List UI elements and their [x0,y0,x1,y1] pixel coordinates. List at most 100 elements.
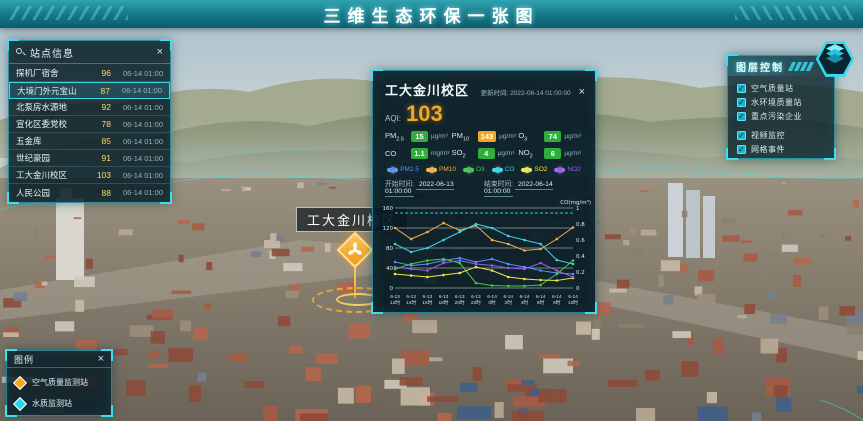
svg-text:6-1316时: 6-1316时 [422,294,432,306]
pollutant-readings: PM2.515μg/m³PM10143μg/m³O374μg/m³CO1.1mg… [373,127,595,161]
svg-text:6-146时: 6-146时 [536,294,546,306]
close-icon[interactable]: × [579,87,585,98]
pollutant-value-badge: 1.1 [411,148,428,159]
legend-label: O3 [476,166,485,173]
chart-legend: PM2.5 PM10 O3 CO SO2 NO2 [373,161,595,174]
station-name: 宣化区委党校 [16,118,89,130]
layer-label: 水环境质量站 [751,97,802,108]
legend-swatch-icon [387,168,398,172]
pollutant-name: CO [385,149,411,158]
trend-chart[interactable]: 0408012016000.20.40.60.81CO(mg/m³)6-1312… [373,196,595,319]
layer-label: 视频监控 [751,130,785,141]
station-aqi-value: 78 [89,119,111,129]
checkbox-checked-icon[interactable]: ✓ [737,112,746,121]
end-time-label: 结束时间: [484,181,513,188]
pollutant-value-badge: 6 [544,148,561,159]
map-legend-item: 水质监测站 [15,393,103,414]
station-name: 工大金川校区 [16,169,89,181]
station-row[interactable]: 北泵房水源地9206-14 01:00 [9,99,170,116]
station-row[interactable]: 五金库8506-14 01:00 [9,133,170,150]
legend-label: SO2 [534,166,547,173]
station-panel-header: 站点信息 × [9,41,170,64]
station-name: 世纪豪园 [16,152,89,164]
pollutant-unit: μg/m³ [564,150,581,157]
layer-checkbox-row[interactable]: ✓ 水环境质量站 [737,95,825,109]
legend-item[interactable]: PM2.5 [387,166,419,173]
legend-swatch-icon [554,168,565,172]
pollutant-value-badge: 74 [544,131,561,142]
map-legend-label: 水质监测站 [32,398,72,409]
pollutant-reading: NO26μg/m³ [518,148,585,160]
station-row[interactable]: 工大金川校区10306-14 01:00 [9,167,170,184]
station-row[interactable]: 探机厂宿舍9606-14 01:00 [9,65,170,82]
svg-text:0: 0 [390,286,394,292]
checkbox-checked-icon[interactable]: ✓ [737,131,746,140]
checkbox-checked-icon[interactable]: ✓ [737,98,746,107]
update-time: 更新时间: 2022-06-14 01:00:00 [469,87,571,97]
station-diamond-icon [13,396,27,410]
pollutant-value-badge: 4 [478,148,495,159]
station-update-time: 06-14 01:00 [111,69,163,78]
pollutant-reading: PM10143μg/m³ [452,131,519,143]
map-legend-item: 空气质量监测站 [15,372,103,393]
search-icon[interactable] [16,48,25,57]
layer-checkbox-row[interactable]: ✓空气质量站 [737,81,825,95]
layer-checkbox-row[interactable]: ✓网格事件 [737,142,825,156]
svg-text:0.2: 0.2 [576,270,585,276]
station-aqi-value: 96 [89,68,111,78]
svg-text:40: 40 [386,266,393,272]
pollutant-value-badge: 143 [478,131,497,142]
station-row[interactable]: 大境门外元宝山8706-14 01:00 [9,82,170,99]
legend-swatch-icon [521,168,532,172]
svg-text:6-140时: 6-140时 [487,294,497,306]
legend-item[interactable]: SO2 [521,166,547,173]
layer-checkbox-row[interactable]: ✓ 重点污染企业 [737,109,825,123]
legend-label: PM10 [439,166,456,173]
pollutant-name: NO2 [518,148,544,160]
svg-text:6-1410时: 6-1410时 [568,294,578,306]
station-row[interactable]: 世纪豪园9106-14 01:00 [9,150,170,167]
svg-text:0.8: 0.8 [576,222,585,228]
pollutant-name: O3 [518,131,544,143]
svg-text:6-148时: 6-148时 [552,294,562,306]
legend-item[interactable]: O3 [463,166,485,173]
close-icon[interactable]: × [98,354,104,365]
pollutant-unit: μg/m³ [431,133,448,140]
map-legend-panel: 图例 × 空气质量监测站水质监测站 [6,350,112,416]
layer-label: 重点污染企业 [751,111,802,122]
close-icon[interactable]: × [157,47,163,58]
air-station-marker-icon[interactable] [342,237,368,263]
layer-panel-title: 图层控制 [736,59,784,74]
station-aqi-value: 92 [89,102,111,112]
pollutant-name: PM10 [452,131,478,143]
legend-label: CO [505,166,515,173]
station-update-time: 06-14 01:00 [111,120,163,129]
station-row[interactable]: 人民公园8806-14 01:00 [9,184,170,201]
station-name: 北泵房水源地 [16,101,89,113]
station-aqi-value: 91 [89,153,111,163]
pollutant-unit: μg/m³ [564,133,581,140]
top-header-bar: 三维生态环保一张图 [0,0,863,28]
checkbox-checked-icon[interactable]: ✓ [737,145,746,154]
layers-toggle-button[interactable] [815,40,855,78]
legend-label: PM2.5 [400,166,419,173]
pollutant-name: SO2 [452,148,478,160]
pollutant-reading: O374μg/m³ [518,131,585,143]
legend-item[interactable]: NO2 [554,166,580,173]
layer-checkbox-row[interactable]: ✓ 视频监控 [737,128,825,142]
station-update-time: 06-14 01:00 [111,188,163,197]
legend-item[interactable]: CO [492,166,515,173]
checkbox-checked-icon[interactable]: ✓ [737,84,746,93]
map-legend-title: 图例 [14,353,98,366]
station-row[interactable]: 宣化区委党校7806-14 01:00 [9,116,170,133]
legend-item[interactable]: PM10 [426,166,456,173]
pollutant-reading: CO1.1mg/m³ [385,148,452,160]
svg-text:0: 0 [576,286,580,292]
aqi-label: AQI: [385,114,401,123]
svg-text:6-1312时: 6-1312时 [390,294,400,306]
pollutant-reading: PM2.515μg/m³ [385,131,452,143]
svg-text:6-1318时: 6-1318时 [438,294,448,306]
svg-text:80: 80 [386,246,393,252]
station-detail-popup: 工大金川校区 更新时间: 2022-06-14 01:00:00 × AQI: … [372,70,596,313]
pollutant-unit: mg/m³ [431,150,449,157]
